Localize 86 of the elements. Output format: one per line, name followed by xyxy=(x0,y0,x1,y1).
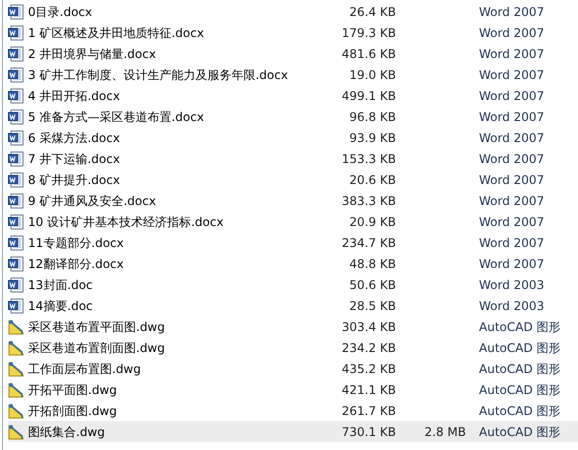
file-size: 28.5 KB xyxy=(348,298,396,314)
file-size: 261.7 KB xyxy=(340,402,396,420)
file-name: 1 矿区概述及井田地质特征.docx xyxy=(28,24,205,42)
file-size: 20.9 KB xyxy=(348,214,396,230)
file-type: Word 2007 xyxy=(479,4,544,20)
file-name: 2 井田境界与储量.docx xyxy=(28,46,157,62)
file-type: Word 2007 xyxy=(479,88,544,104)
file-type: Word 2007 xyxy=(479,108,544,126)
file-row[interactable]: 图纸集合.dwg 730.1 KB 2.8 MB AutoCAD 图形 xyxy=(8,421,578,442)
document-icon xyxy=(8,66,24,82)
file-name: 0目录.docx xyxy=(28,4,94,20)
file-size: 153.3 KB xyxy=(340,150,396,168)
file-name: 9 矿井通风及安全.docx xyxy=(28,192,157,210)
file-type: AutoCAD 图形 xyxy=(479,340,561,356)
file-size: 50.6 KB xyxy=(348,276,396,294)
file-size: 499.1 KB xyxy=(340,88,396,104)
file-name: 11专题部分.docx xyxy=(28,234,125,252)
drawing-file-icon xyxy=(8,340,24,356)
file-type: Word 2007 xyxy=(479,256,544,272)
file-type: Word 2007 xyxy=(479,46,544,62)
drawing-file-icon xyxy=(8,424,24,440)
file-name: 采区巷道布置剖面图.dwg xyxy=(28,340,166,356)
file-name: 开拓平面图.dwg xyxy=(28,382,118,398)
file-size: 303.4 KB xyxy=(340,318,396,336)
drawing-file-icon xyxy=(8,318,24,334)
file-size: 48.8 KB xyxy=(348,256,396,272)
file-size: 730.1 KB xyxy=(340,424,396,440)
document-icon xyxy=(8,192,24,208)
file-type: AutoCAD 图形 xyxy=(479,382,561,398)
file-type: Word 2007 xyxy=(479,24,544,42)
file-name: 6 采煤方法.docx xyxy=(28,130,121,146)
file-name: 8 矿井提升.docx xyxy=(28,172,121,188)
file-type: Word 2003 xyxy=(479,298,544,314)
file-size: 234.7 KB xyxy=(340,234,396,252)
packed-size: 2.8 MB xyxy=(424,424,466,440)
file-size: 421.1 KB xyxy=(340,382,396,398)
file-name: 12翻译部分.docx xyxy=(28,256,125,272)
file-type: AutoCAD 图形 xyxy=(479,424,561,440)
document-icon xyxy=(8,88,24,104)
file-type: Word 2007 xyxy=(479,192,544,210)
document-icon xyxy=(8,4,24,20)
file-name: 开拓剖面图.dwg xyxy=(28,402,118,420)
file-name: 3 矿井工作制度、设计生产能力及服务年限.docx xyxy=(28,66,289,84)
file-type: Word 2007 xyxy=(479,66,544,84)
file-name: 13封面.doc xyxy=(28,276,94,294)
document-icon xyxy=(8,150,24,166)
file-size: 19.0 KB xyxy=(348,66,396,84)
file-size: 383.3 KB xyxy=(340,192,396,210)
file-type: Word 2007 xyxy=(479,214,544,230)
document-icon xyxy=(8,298,24,314)
file-type: AutoCAD 图形 xyxy=(479,318,561,336)
file-size: 481.6 KB xyxy=(340,46,396,62)
file-name: 14摘要.doc xyxy=(28,298,94,314)
file-size: 435.2 KB xyxy=(340,360,396,378)
file-name: 5 准备方式—采区巷道布置.docx xyxy=(28,108,205,126)
drawing-file-icon xyxy=(8,360,24,376)
file-name: 4 井田开拓.docx xyxy=(28,88,121,104)
document-icon xyxy=(8,172,24,188)
file-name: 工作面层布置图.dwg xyxy=(28,360,142,378)
document-icon xyxy=(8,234,24,250)
drawing-file-icon xyxy=(8,382,24,398)
document-icon xyxy=(8,108,24,124)
file-type: Word 2007 xyxy=(479,130,544,146)
file-name: 采区巷道布置平面图.dwg xyxy=(28,318,166,336)
file-size: 96.8 KB xyxy=(348,108,396,126)
document-icon xyxy=(8,214,24,230)
document-icon xyxy=(8,46,24,62)
file-size: 179.3 KB xyxy=(340,24,396,42)
file-type: AutoCAD 图形 xyxy=(479,360,561,378)
file-type: Word 2003 xyxy=(479,276,544,294)
document-icon xyxy=(8,276,24,292)
document-icon xyxy=(8,256,24,272)
file-type: AutoCAD 图形 xyxy=(479,402,561,420)
file-size: 234.2 KB xyxy=(340,340,396,356)
file-name: 7 井下运输.docx xyxy=(28,150,121,168)
file-type: Word 2007 xyxy=(479,150,544,168)
file-size: 93.9 KB xyxy=(348,130,396,146)
file-name: 图纸集合.dwg xyxy=(28,424,106,440)
document-icon xyxy=(8,130,24,146)
file-size: 20.6 KB xyxy=(348,172,396,188)
file-type: Word 2007 xyxy=(479,234,544,252)
file-name: 10 设计矿井基本技术经济指标.docx xyxy=(28,214,225,230)
document-icon xyxy=(8,24,24,40)
file-size: 26.4 KB xyxy=(348,4,396,20)
file-type: Word 2007 xyxy=(479,172,544,188)
drawing-file-icon xyxy=(8,402,24,418)
